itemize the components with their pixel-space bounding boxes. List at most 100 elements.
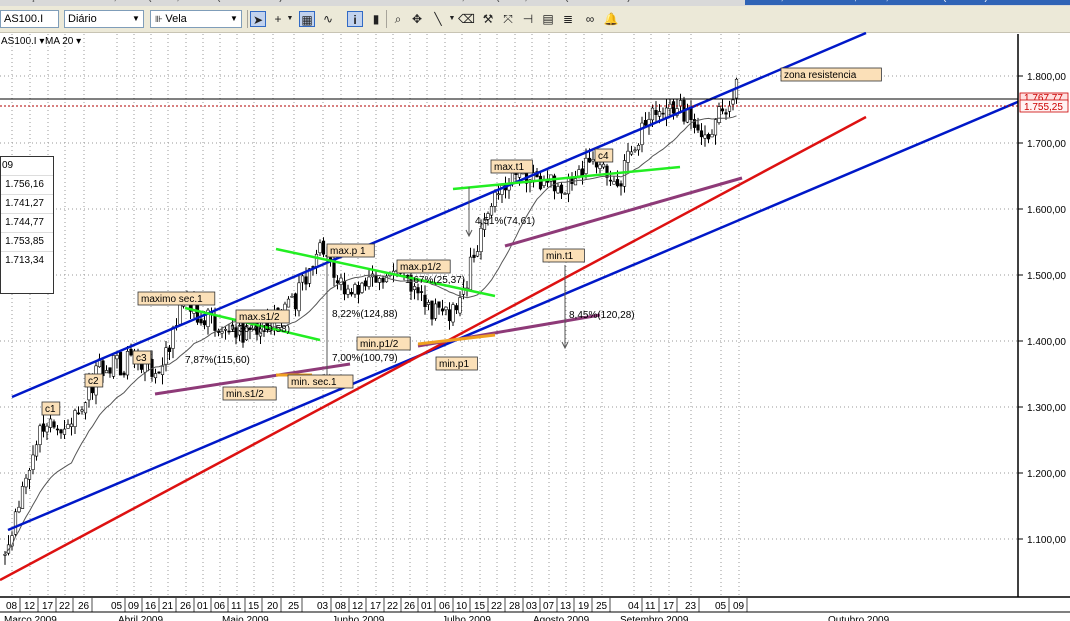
date-tick-label: 12 xyxy=(352,601,364,612)
month-label: Março 2009 xyxy=(4,615,57,621)
bars-icon[interactable]: ▮ xyxy=(368,11,384,27)
tab-0[interactable]: ...aduação xyxy=(0,0,47,5)
candle-body xyxy=(412,286,417,290)
chevron-down-icon[interactable]: ▼ xyxy=(282,11,298,27)
candle-body xyxy=(34,444,39,457)
candle-body xyxy=(489,206,494,216)
wave-icon[interactable]: ∿ xyxy=(320,11,336,27)
candle-body xyxy=(335,280,340,284)
candle-body xyxy=(353,284,357,295)
candle-body xyxy=(202,320,207,326)
date-tick-label: 17 xyxy=(663,601,675,612)
candle-body xyxy=(321,240,326,255)
date-tick-label: 13 xyxy=(560,601,572,612)
candle-body xyxy=(318,242,322,254)
cursor-icon[interactable]: ➤ xyxy=(250,11,266,27)
chevron-down-icon[interactable]: ▼ xyxy=(227,11,241,27)
symbol-value: AS100.I xyxy=(4,13,44,25)
candle-body xyxy=(664,107,669,118)
candle-body xyxy=(164,347,168,365)
candle-body xyxy=(367,276,371,287)
zoom-icon[interactable]: ⌕ xyxy=(390,11,406,27)
candle-body xyxy=(293,293,298,310)
date-tick-label: 26 xyxy=(180,601,192,612)
candle-body xyxy=(640,122,644,146)
date-tick-label: 04 xyxy=(628,601,640,612)
candle-body xyxy=(157,371,161,374)
tooltip-open: 1.756,16 xyxy=(1,176,53,195)
candle-body xyxy=(717,106,721,123)
annotation-label: max.p1/2 xyxy=(400,262,442,273)
candle-body xyxy=(584,157,588,175)
candle-body xyxy=(654,110,658,115)
annotation-label: min.p1 xyxy=(439,359,469,370)
candle-body xyxy=(731,99,735,105)
alert-icon[interactable]: 🔔 xyxy=(603,11,619,27)
price-tick-label: 1.100,00 xyxy=(1027,535,1066,546)
candle-body xyxy=(626,150,630,163)
candle-body xyxy=(657,111,662,117)
annotation-label: min. sec.1 xyxy=(291,377,337,388)
list-icon[interactable]: ≣ xyxy=(560,11,576,27)
period-select[interactable]: Diário ▼ xyxy=(64,10,144,28)
candle-body xyxy=(479,227,483,253)
candle-body xyxy=(111,355,116,377)
toolbar-separator xyxy=(386,10,387,28)
date-tick-label: 17 xyxy=(42,601,54,612)
date-tick-label: 10 xyxy=(456,601,468,612)
annotation-label: c3 xyxy=(136,353,147,364)
price-tick-label: 1.500,00 xyxy=(1027,271,1066,282)
month-label: Agosto 2009 xyxy=(533,615,590,621)
price-tag-current-label: 1.755,25 xyxy=(1024,102,1063,113)
support-line-red[interactable] xyxy=(0,115,867,582)
ruler-icon[interactable]: ▤ xyxy=(540,11,556,27)
candle-body xyxy=(160,365,165,375)
date-tick-label: 08 xyxy=(6,601,18,612)
candle-body xyxy=(444,306,448,311)
chart-area[interactable]: AS100.I ▾ MA 20 ▾ zona resistencia max.t1… xyxy=(0,32,1070,621)
pan-icon[interactable]: ✥ xyxy=(409,11,425,27)
annotation-label: zona resistencia xyxy=(784,70,857,81)
date-tick-label: 11 xyxy=(231,601,242,612)
candle-body xyxy=(454,305,459,311)
candle-body xyxy=(27,469,32,480)
measurement-label: 1,36%(19,58) xyxy=(230,324,290,335)
tab-2[interactable]: Índices, SPFB (Bolsa, Normal (Indexed Pa… xyxy=(430,0,730,5)
candle-body xyxy=(559,184,564,194)
month-label: Maio 2009 xyxy=(222,615,269,621)
candle-body xyxy=(636,145,641,151)
date-tick-label: 15 xyxy=(248,601,260,612)
candle-body xyxy=(356,285,361,295)
candle-body xyxy=(363,280,368,287)
tab-1[interactable]: Índices, SPFB (Bolsa, Normal (Indexed Pa… xyxy=(82,0,412,5)
eraser-icon[interactable]: ⌫ xyxy=(458,11,475,27)
month-label: Abril 2009 xyxy=(118,615,163,621)
tools-icon[interactable]: ⚒ xyxy=(480,11,496,27)
candle-body xyxy=(118,351,123,376)
candle-body xyxy=(300,275,305,283)
annotation-label: max.p 1 xyxy=(330,246,366,257)
measure-icon[interactable]: ⊣ xyxy=(520,11,536,27)
chart-type-select[interactable]: ⊪ Vela ▼ xyxy=(150,10,242,28)
grid-icon[interactable]: ▦ xyxy=(299,11,315,27)
date-tick-label: 21 xyxy=(162,601,174,612)
price-axis[interactable] xyxy=(1018,34,1070,601)
arrows-icon[interactable]: ⤧ xyxy=(500,11,516,27)
tab-3[interactable]: AS100.I, SPFB de Bolsa, Diário, Kerá Luc… xyxy=(745,0,1070,5)
candlestick-chart[interactable]: zona resistencia max.t1 c4 max.p 1 max.p1/2 m… xyxy=(0,32,1070,621)
info-icon[interactable]: i xyxy=(347,11,363,27)
candle-body xyxy=(220,331,224,334)
candle-body xyxy=(76,412,81,415)
binoculars-icon[interactable]: ∞ xyxy=(582,11,598,27)
chevron-down-icon[interactable]: ▼ xyxy=(129,11,143,27)
date-tick-label: 06 xyxy=(439,601,451,612)
price-tick-label: 1.700,00 xyxy=(1027,139,1066,150)
candle-body xyxy=(178,304,182,325)
symbol-field[interactable]: AS100.I xyxy=(0,10,59,28)
candle-body xyxy=(45,425,49,433)
ohlc-tooltip: 09 1.756,16 1.741,27 1.744,77 1.753,85 1… xyxy=(0,156,54,294)
candle-body xyxy=(612,181,616,185)
candle-body xyxy=(213,315,217,331)
candle-body xyxy=(580,168,585,176)
date-tick-label: 20 xyxy=(267,601,279,612)
